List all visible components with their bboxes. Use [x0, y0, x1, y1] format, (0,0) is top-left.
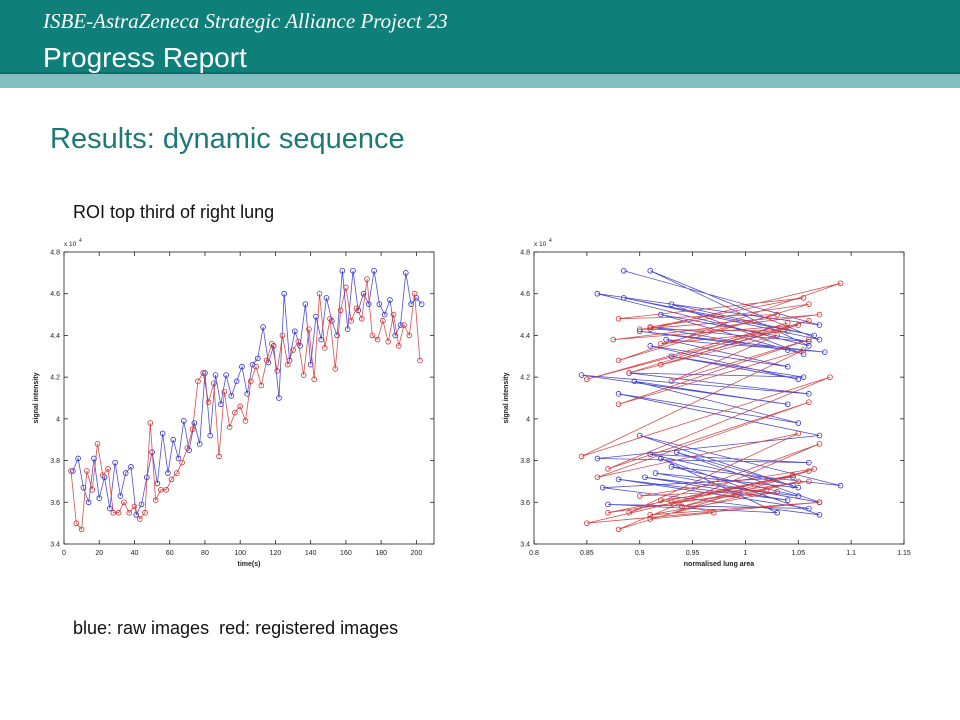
y-tick-label: 4	[526, 416, 530, 423]
x-tick-label: 1.05	[791, 550, 805, 557]
y-tick-label: 4.6	[50, 291, 60, 298]
plot-area	[533, 251, 905, 545]
y-multiplier-label: x 10	[64, 241, 77, 248]
x-axis-label: normalised lung area	[684, 561, 755, 568]
x-tick-label: 160	[340, 550, 352, 557]
x-tick-label: 80	[201, 550, 209, 557]
x-tick-label: 1.1	[846, 550, 856, 557]
x-tick-label: 180	[375, 550, 387, 557]
y-tick-label: 3.4	[50, 542, 60, 549]
x-tick-label: 0	[62, 550, 66, 557]
x-tick-label: 0.85	[580, 550, 594, 557]
time-series-chart: 0 20 40 60 80 100 120 140 160 180 200 3.4 3.6 3.8 4 4.2…	[33, 238, 435, 568]
y-tick-label: 3.4	[520, 542, 530, 549]
y-multiplier-label: x 10	[534, 241, 547, 248]
x-tick-label: 0.95	[686, 550, 700, 557]
y-tick-label: 4.4	[520, 333, 530, 340]
legend-red-label: red: registered images	[219, 618, 399, 638]
y-multiplier-exponent: 4	[549, 238, 552, 244]
y-multiplier-exponent: 4	[79, 238, 82, 244]
x-tick-label: 60	[166, 550, 174, 557]
y-tick-label: 3.6	[520, 500, 530, 507]
x-tick-label: 100	[234, 550, 246, 557]
y-tick-label: 4	[56, 416, 60, 423]
y-axis-label: signal intensity	[503, 372, 510, 423]
y-tick-label: 3.8	[520, 458, 530, 465]
report-title: Progress Report	[43, 42, 247, 73]
x-tick-label: 20	[95, 550, 103, 557]
plot-area	[63, 251, 435, 545]
x-tick-label: 1	[743, 550, 747, 557]
x-tick-label: 1.15	[897, 550, 911, 557]
header-accent-strip	[0, 74, 960, 88]
project-title: ISBE-AstraZeneca Strategic Alliance Proj…	[43, 9, 448, 33]
x-axis-label: time(s)	[238, 561, 261, 568]
y-tick-label: 4.8	[520, 250, 530, 257]
y-tick-label: 3.6	[50, 500, 60, 507]
legend-caption: blue: raw images red: registered images	[73, 618, 408, 639]
x-tick-label: 120	[270, 550, 282, 557]
x-tick-label: 40	[131, 550, 139, 557]
y-tick-label: 4.2	[50, 375, 60, 382]
legend-blue-label: blue: raw images	[73, 618, 210, 638]
y-tick-label: 4.6	[520, 291, 530, 298]
y-tick-label: 4.2	[520, 375, 530, 382]
x-tick-label: 0.9	[635, 550, 645, 557]
y-tick-label: 3.8	[50, 458, 60, 465]
roi-caption: ROI top third of right lung	[73, 202, 275, 222]
section-title: Results: dynamic sequence	[50, 123, 405, 155]
x-tick-label: 0.8	[529, 550, 539, 557]
x-tick-label: 140	[305, 550, 317, 557]
x-tick-label: 200	[411, 550, 423, 557]
y-tick-label: 4.4	[50, 333, 60, 340]
area-vs-intensity-chart: 0.8 0.85 0.9 0.95 1 1.05 1.1 1.15 3.4 3.6 3.8 4 4.2 4…	[503, 238, 911, 568]
y-axis-label: signal intensity	[33, 372, 40, 423]
y-tick-label: 4.8	[50, 250, 60, 257]
